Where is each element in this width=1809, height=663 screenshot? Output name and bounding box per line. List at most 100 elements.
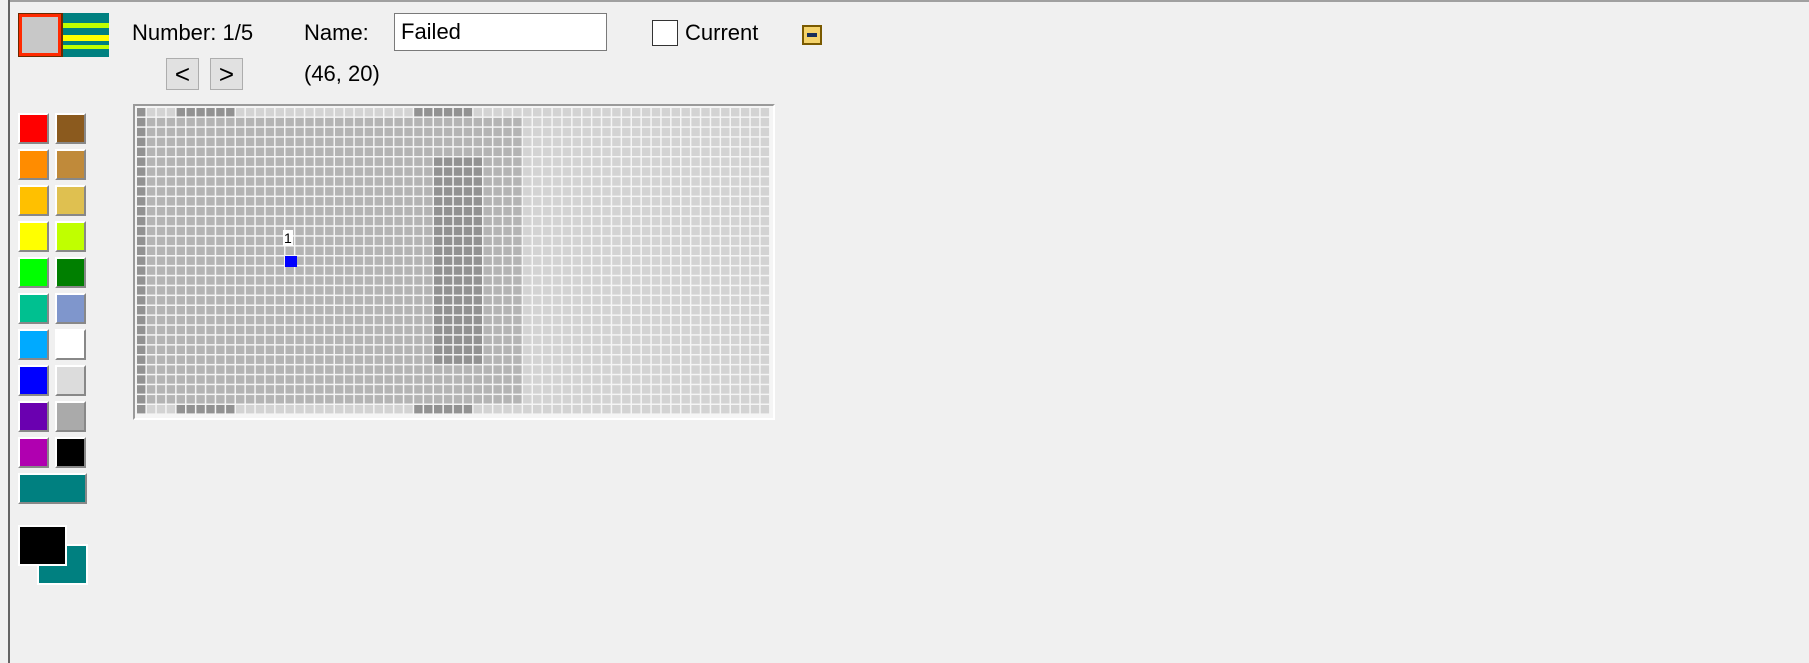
grid-cell[interactable]: [443, 266, 453, 275]
grid-cell[interactable]: [651, 375, 661, 384]
grid-cell[interactable]: [453, 216, 463, 226]
palette-swatch[interactable]: [18, 149, 49, 180]
grid-cell[interactable]: [612, 306, 621, 315]
grid-cell[interactable]: [443, 355, 453, 364]
grid-cell[interactable]: [443, 405, 453, 414]
grid-cell[interactable]: [443, 335, 453, 345]
grid-cell[interactable]: [542, 216, 552, 226]
grid-cell[interactable]: [513, 207, 522, 216]
grid-cell[interactable]: [236, 236, 245, 246]
grid-cell[interactable]: [513, 117, 522, 127]
grid-cell[interactable]: [275, 197, 284, 206]
grid-cell[interactable]: [582, 108, 591, 117]
grid-cell[interactable]: [661, 375, 671, 384]
grid-cell[interactable]: [513, 385, 522, 394]
grid-cell[interactable]: [344, 137, 354, 147]
grid-cell[interactable]: [671, 108, 680, 117]
grid-cell[interactable]: [721, 157, 730, 166]
grid-cell[interactable]: [691, 325, 700, 335]
grid-cell[interactable]: [691, 197, 700, 206]
grid-cell[interactable]: [711, 355, 720, 364]
grid-cell[interactable]: [731, 385, 740, 394]
grid-cell[interactable]: [513, 108, 522, 117]
grid-cell[interactable]: [493, 286, 502, 295]
grid-cell[interactable]: [275, 266, 284, 275]
grid-cell[interactable]: [196, 385, 205, 394]
grid-cell[interactable]: [384, 236, 393, 246]
grid-cell[interactable]: [661, 306, 671, 315]
grid-cell[interactable]: [622, 256, 631, 265]
grid-cell[interactable]: [552, 395, 562, 404]
grid-cell[interactable]: [602, 147, 611, 156]
grid-cell[interactable]: [364, 296, 374, 305]
grid-cell[interactable]: [622, 157, 631, 166]
grid-cell[interactable]: [731, 167, 740, 176]
grid-cell[interactable]: [186, 197, 195, 206]
grid-cell[interactable]: [354, 236, 364, 246]
grid-cell[interactable]: [711, 306, 720, 315]
grid-cell[interactable]: [146, 365, 156, 374]
grid-cell[interactable]: [542, 197, 552, 206]
grid-cell[interactable]: [513, 306, 522, 315]
grid-cell[interactable]: [443, 276, 453, 285]
grid-cell[interactable]: [641, 236, 651, 246]
grid-cell[interactable]: [463, 167, 473, 176]
grid-cell[interactable]: [711, 256, 720, 265]
grid-cell[interactable]: [740, 355, 750, 364]
grid-cell[interactable]: [503, 226, 512, 236]
grid-cell[interactable]: [265, 395, 275, 404]
grid-cell[interactable]: [513, 256, 522, 265]
grid-cell[interactable]: [552, 296, 562, 305]
grid-cell[interactable]: [404, 236, 413, 246]
grid-cell[interactable]: [750, 246, 760, 255]
grid-cell[interactable]: [265, 137, 275, 147]
grid-cell[interactable]: [661, 355, 671, 364]
grid-cell[interactable]: [374, 276, 383, 285]
grid-cell[interactable]: [354, 385, 364, 394]
grid-cell[interactable]: [493, 108, 502, 117]
grid-cell[interactable]: [503, 108, 512, 117]
grid-cell[interactable]: [364, 197, 374, 206]
grid-cell[interactable]: [651, 355, 661, 364]
grid-cell[interactable]: [335, 147, 344, 156]
grid-cell[interactable]: [186, 157, 195, 166]
grid-cell[interactable]: [305, 147, 314, 156]
grid-cell[interactable]: [394, 385, 403, 394]
grid-cell[interactable]: [315, 355, 324, 364]
grid-cell[interactable]: [523, 127, 532, 137]
grid-cell[interactable]: [325, 207, 334, 216]
grid-cell[interactable]: [711, 276, 720, 285]
grid-cell[interactable]: [434, 108, 443, 117]
grid-cell[interactable]: [691, 246, 700, 255]
grid-cell[interactable]: [146, 226, 156, 236]
grid-cell[interactable]: [434, 395, 443, 404]
grid-cell[interactable]: [701, 276, 710, 285]
grid-cell[interactable]: [275, 296, 284, 305]
grid-cell[interactable]: [166, 276, 176, 285]
grid-cell[interactable]: [374, 246, 383, 255]
grid-cell[interactable]: [206, 256, 215, 265]
grid-cell[interactable]: [740, 256, 750, 265]
grid-cell[interactable]: [632, 296, 641, 305]
grid-cell[interactable]: [671, 315, 680, 325]
grid-cell[interactable]: [216, 315, 225, 325]
grid-cell[interactable]: [523, 137, 532, 147]
grid-cell[interactable]: [503, 236, 512, 246]
grid-cell[interactable]: [434, 315, 443, 325]
grid-cell[interactable]: [552, 335, 562, 345]
grid-cell[interactable]: [721, 236, 730, 246]
grid-cell[interactable]: [691, 345, 700, 354]
grid-cell[interactable]: [671, 306, 680, 315]
grid-cell[interactable]: [424, 147, 433, 156]
grid-cell[interactable]: [721, 345, 730, 354]
grid-cell[interactable]: [424, 187, 433, 196]
grid-cell[interactable]: [166, 216, 176, 226]
grid-cell[interactable]: [463, 365, 473, 374]
grid-cell[interactable]: [434, 256, 443, 265]
grid-cell[interactable]: [374, 137, 383, 147]
grid-cell[interactable]: [196, 157, 205, 166]
grid-cell[interactable]: [552, 385, 562, 394]
grid-cell[interactable]: [443, 286, 453, 295]
grid-cell[interactable]: [760, 216, 770, 226]
grid-cell[interactable]: [325, 256, 334, 265]
